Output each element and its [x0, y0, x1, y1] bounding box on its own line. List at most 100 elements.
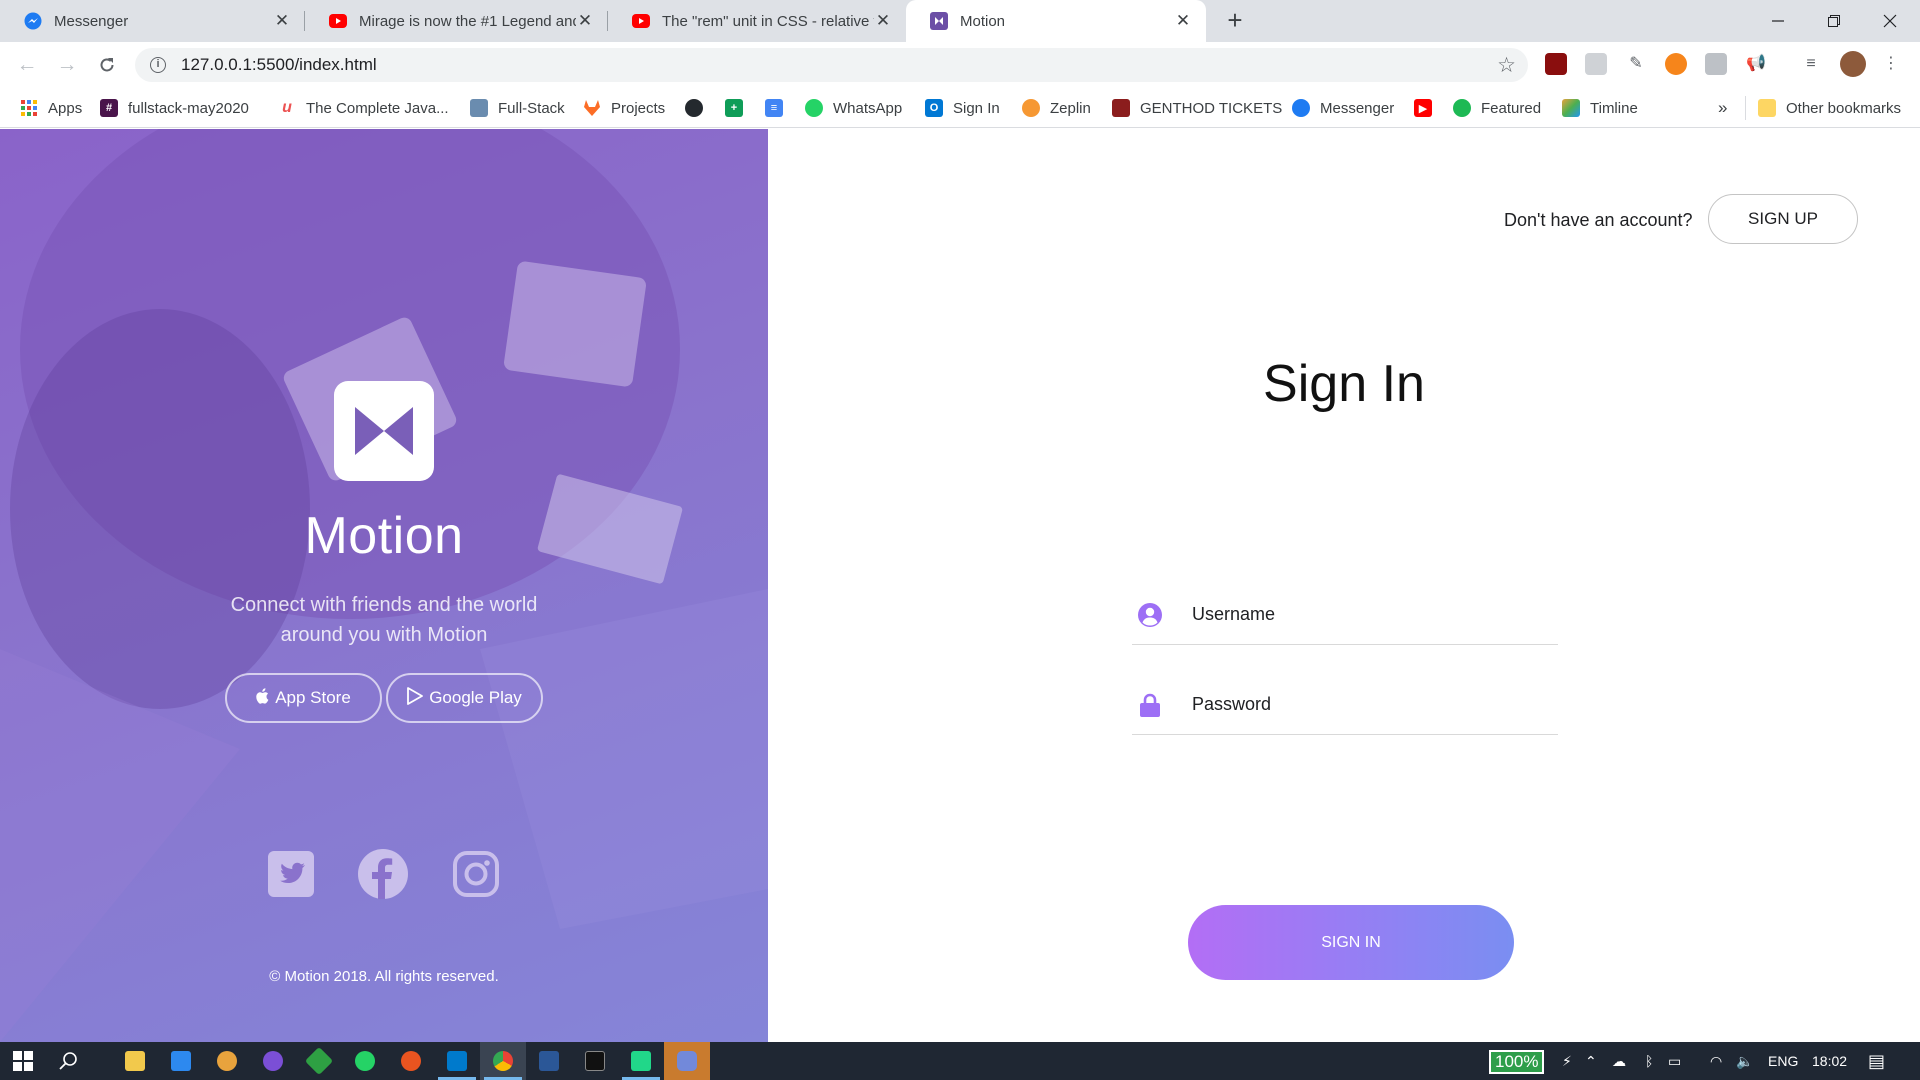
- close-icon[interactable]: ✕: [874, 12, 892, 30]
- forward-button[interactable]: →: [52, 50, 82, 80]
- ubuntu-icon[interactable]: [388, 1042, 434, 1080]
- menu-kebab-icon[interactable]: ⋮: [1880, 53, 1902, 75]
- bookmark-docs[interactable]: ≡: [765, 88, 793, 128]
- bookmark-sheets[interactable]: +: [725, 88, 753, 128]
- udemy-icon: u: [282, 99, 292, 116]
- close-icon[interactable]: ✕: [576, 12, 594, 30]
- terminal-icon[interactable]: [572, 1042, 618, 1080]
- media-controls-icon[interactable]: ≡: [1800, 53, 1822, 75]
- bookmark-youtube[interactable]: ▶: [1414, 88, 1442, 128]
- apps-grid-icon: [20, 99, 38, 117]
- hero-background-illustration: [0, 129, 768, 1042]
- volume-icon[interactable]: 🔈: [1736, 1042, 1753, 1080]
- notifications-icon[interactable]: ▤: [1868, 1042, 1885, 1080]
- bookmark-label: Full-Stack: [498, 99, 565, 117]
- facebook-icon[interactable]: [358, 849, 408, 899]
- address-bar[interactable]: i 127.0.0.1:5500/index.html ☆: [135, 48, 1528, 82]
- bookmark-star-icon[interactable]: ☆: [1497, 53, 1516, 78]
- sign-up-button[interactable]: SIGN UP: [1708, 194, 1858, 244]
- browser-toolbar: ← → i 127.0.0.1:5500/index.html ☆ ✎ 📢 ≡ …: [0, 42, 1920, 88]
- new-tab-button[interactable]: +: [1220, 6, 1250, 36]
- app-purple-icon[interactable]: [250, 1042, 296, 1080]
- eyedropper-icon[interactable]: ✎: [1625, 53, 1647, 75]
- gitkraken-icon[interactable]: [296, 1042, 342, 1080]
- app-store-button[interactable]: App Store: [225, 673, 382, 723]
- back-button[interactable]: ←: [12, 50, 42, 80]
- vscode-icon[interactable]: [434, 1042, 480, 1080]
- battery-icon[interactable]: ▭: [1668, 1042, 1681, 1080]
- form-title-text: Sign In: [1263, 355, 1425, 413]
- hero-panel: Motion Connect with friends and the worl…: [0, 129, 768, 1042]
- bookmark-label: fullstack-may2020: [128, 99, 249, 117]
- bookmark-label: WhatsApp: [833, 99, 903, 117]
- google-play-label: Google Play: [429, 688, 522, 707]
- page-content: Motion Connect with friends and the worl…: [0, 129, 1920, 1042]
- onedrive-icon[interactable]: ☁: [1612, 1042, 1626, 1080]
- bookmarks-overflow[interactable]: »: [1718, 88, 1727, 128]
- site-info-icon[interactable]: i: [150, 57, 166, 73]
- reload-button[interactable]: [92, 50, 122, 80]
- tab-title: Motion: [960, 12, 1006, 30]
- tab-youtube-rem[interactable]: The "rem" unit in CSS - relative fo ✕: [608, 0, 906, 42]
- password-field: [1132, 675, 1558, 735]
- extension-image-icon[interactable]: [1585, 53, 1607, 75]
- tab-strip: Messenger ✕ Mirage is now the #1 Legend …: [0, 0, 1920, 42]
- github-icon: [685, 99, 703, 117]
- bookmark-genthod[interactable]: GENTHOD TICKETS: [1112, 88, 1282, 128]
- bookmark-label: Timline: [1590, 99, 1638, 117]
- bookmark-full-stack[interactable]: Full-Stack: [470, 88, 565, 128]
- metamask-icon[interactable]: [1665, 53, 1687, 75]
- megaphone-icon[interactable]: 📢: [1745, 53, 1767, 75]
- close-window-button[interactable]: [1862, 0, 1918, 42]
- bookmark-messenger[interactable]: Messenger: [1292, 88, 1394, 128]
- bookmark-fullstack[interactable]: # fullstack-may2020: [100, 88, 249, 128]
- tab-youtube-mirage[interactable]: Mirage is now the #1 Legend and ✕: [305, 0, 608, 42]
- youtube-icon: ▶: [1414, 99, 1432, 117]
- ublock-icon[interactable]: [1545, 53, 1567, 75]
- battery-indicator[interactable]: 100%: [1489, 1050, 1545, 1074]
- bookmark-other[interactable]: Other bookmarks: [1745, 96, 1901, 120]
- close-icon[interactable]: ✕: [1174, 12, 1192, 30]
- minimize-button[interactable]: [1750, 0, 1806, 42]
- chevron-up-icon[interactable]: ⌃: [1585, 1042, 1597, 1080]
- bookmarks-bar: Apps # fullstack-may2020 u The Complete …: [0, 88, 1920, 128]
- tab-motion[interactable]: Motion ✕: [906, 0, 1206, 42]
- bookmark-featured[interactable]: Featured: [1453, 88, 1541, 128]
- bookmark-zeplin[interactable]: Zeplin: [1022, 88, 1091, 128]
- bookmark-whatsapp[interactable]: WhatsApp: [805, 88, 902, 128]
- power-plug-icon[interactable]: ⚡: [1562, 1042, 1572, 1080]
- no-account-prompt: Don't have an account?: [1504, 210, 1693, 230]
- whatsapp-taskbar-icon[interactable]: [342, 1042, 388, 1080]
- twitter-icon[interactable]: [266, 849, 316, 899]
- bookmark-apps[interactable]: Apps: [20, 88, 82, 128]
- close-icon[interactable]: ✕: [273, 12, 291, 30]
- extension-gray-icon[interactable]: [1705, 53, 1727, 75]
- slack-taskbar-icon[interactable]: [204, 1042, 250, 1080]
- file-explorer-icon[interactable]: [112, 1042, 158, 1080]
- google-play-button[interactable]: Google Play: [386, 673, 543, 723]
- search-icon[interactable]: [46, 1042, 92, 1080]
- tab-messenger[interactable]: Messenger ✕: [0, 0, 305, 42]
- wifi-icon[interactable]: ◠: [1710, 1042, 1722, 1080]
- restore-button[interactable]: [1806, 0, 1862, 42]
- bookmark-label: GENTHOD TICKETS: [1140, 99, 1283, 117]
- sign-in-button[interactable]: SIGN IN: [1188, 905, 1514, 980]
- discord-icon[interactable]: [664, 1042, 710, 1080]
- windows-start-icon[interactable]: [0, 1042, 46, 1080]
- bookmark-github[interactable]: [685, 88, 713, 128]
- bluetooth-icon[interactable]: ᛒ: [1645, 1042, 1653, 1080]
- bookmark-sign-in[interactable]: O Sign In: [925, 88, 1000, 128]
- username-input[interactable]: [1192, 597, 1542, 631]
- bookmark-projects[interactable]: Projects: [583, 88, 665, 128]
- pycharm-icon[interactable]: [618, 1042, 664, 1080]
- instagram-icon[interactable]: [451, 849, 501, 899]
- profile-avatar[interactable]: [1840, 51, 1866, 77]
- password-input[interactable]: [1192, 687, 1542, 721]
- chrome-icon[interactable]: [480, 1042, 526, 1080]
- bookmark-timline[interactable]: Timline: [1562, 88, 1638, 128]
- bookmark-udemy[interactable]: u The Complete Java...: [278, 88, 448, 128]
- clock[interactable]: 18:02: [1812, 1042, 1847, 1080]
- powershell-icon[interactable]: [526, 1042, 572, 1080]
- language-indicator[interactable]: ENG: [1768, 1042, 1798, 1080]
- mail-icon[interactable]: [158, 1042, 204, 1080]
